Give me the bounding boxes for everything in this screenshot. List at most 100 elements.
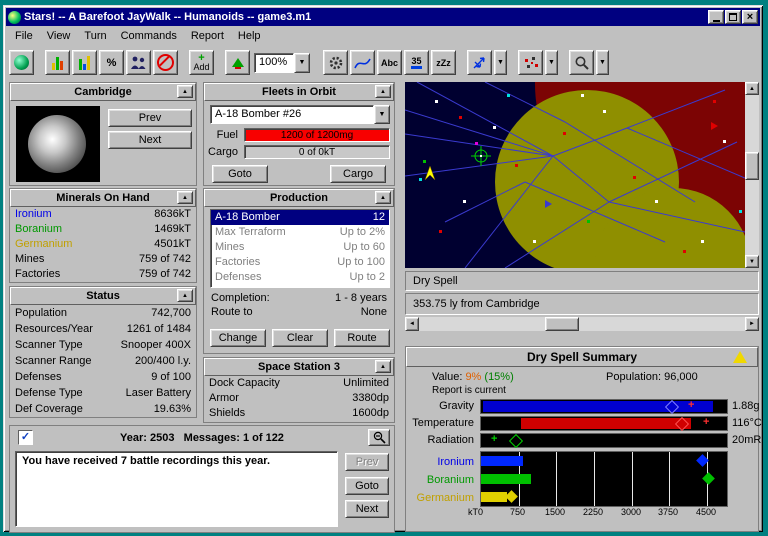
zoom-combobox[interactable]: 100% ▼: [254, 52, 310, 73]
surface-minerals-view-button[interactable]: [45, 50, 70, 75]
ship-count-button[interactable]: 35: [404, 50, 429, 75]
gravity-label: Gravity: [439, 400, 474, 412]
change-button[interactable]: Change: [210, 329, 266, 347]
queue-item[interactable]: Mines Up to 60: [211, 240, 389, 255]
chevron-down-icon: ▼: [298, 59, 306, 66]
axis-tick: kT0: [468, 507, 484, 517]
scroll-left-button[interactable]: ◄: [405, 317, 419, 331]
friendly-fleets-button[interactable]: [467, 50, 492, 75]
germanium-label: Germanium: [15, 238, 73, 250]
maximize-button[interactable]: [725, 10, 741, 24]
population-view-button[interactable]: [126, 50, 151, 75]
message-text: You have received 7 battle recordings th…: [22, 455, 271, 467]
collapse-button[interactable]: ▲: [177, 191, 193, 204]
clear-button[interactable]: Clear: [272, 329, 328, 347]
next-message-button[interactable]: Next: [345, 500, 389, 518]
menu-view[interactable]: View: [40, 28, 78, 44]
map-horizontal-scrollbar[interactable]: ◄ ►: [405, 317, 759, 331]
friendly-fleets-dropdown[interactable]: ▼: [494, 50, 507, 75]
defense-type-label: Defense Type: [15, 387, 83, 399]
star-map[interactable]: [405, 82, 745, 268]
prev-planet-button[interactable]: Prev: [108, 109, 192, 127]
collapse-button[interactable]: ▲: [375, 360, 391, 373]
close-icon: ×: [746, 11, 754, 23]
population-value: 742,700: [151, 307, 191, 319]
fleets-in-orbit-panel: Fleets in Orbit ▲ A-18 Bomber #26 ▼ Fuel…: [203, 82, 395, 186]
cargo-label: Cargo: [208, 146, 238, 158]
enemy-fleets-button[interactable]: [518, 50, 543, 75]
fleet-cargo-button[interactable]: Cargo: [330, 165, 386, 183]
menu-turn[interactable]: Turn: [77, 28, 113, 44]
collapse-button[interactable]: ▲: [177, 85, 193, 98]
enemy-fleets-dropdown[interactable]: ▼: [545, 50, 558, 75]
chevron-down-icon: ▼: [497, 59, 504, 66]
abc-label: Abc: [380, 57, 398, 68]
add-label: Add: [193, 61, 210, 72]
vertical-scroll-thumb[interactable]: [745, 152, 759, 180]
map-vertical-scrollbar[interactable]: ▲ ▼: [745, 82, 759, 268]
minimize-button[interactable]: [708, 10, 724, 24]
route-button[interactable]: Route: [334, 329, 390, 347]
change-label: Change: [218, 332, 258, 344]
route-value: None: [360, 306, 387, 318]
close-button[interactable]: ×: [742, 10, 758, 24]
mineral-concentration-view-button[interactable]: [72, 50, 97, 75]
status-panel: Status ▲ Population 742,700 Resources/Yea…: [9, 286, 197, 418]
message-zoom-button[interactable]: [368, 429, 390, 446]
queue-item[interactable]: Defenses Up to 2: [211, 270, 389, 285]
collapse-button[interactable]: ▲: [177, 289, 193, 302]
message-body: You have received 7 battle recordings th…: [15, 451, 338, 527]
scroll-up-button[interactable]: ▲: [745, 82, 759, 95]
minerals-panel-title: Minerals On Hand: [56, 192, 150, 204]
normal-view-button[interactable]: [9, 50, 34, 75]
fleet-goto-button[interactable]: Goto: [212, 165, 268, 183]
collapse-button[interactable]: ▲: [375, 191, 391, 204]
scroll-right-button[interactable]: ►: [745, 317, 759, 331]
queue-item[interactable]: A-18 Bomber 12: [211, 210, 389, 225]
magnifier-minus-icon: [373, 431, 386, 444]
collapse-button[interactable]: ▲: [375, 85, 391, 98]
production-panel: Production ▲ A-18 Bomber 12 Max Terraform…: [203, 188, 395, 354]
game-options-button[interactable]: [323, 50, 348, 75]
no-player-info-view-button[interactable]: [153, 50, 178, 75]
add-waypoint-button[interactable]: + Add: [189, 50, 214, 75]
scroll-down-icon: ▼: [749, 258, 755, 265]
route-row: Route to None: [206, 305, 392, 320]
factories-label: Factories: [15, 268, 61, 280]
planet-value-view-button[interactable]: %: [99, 50, 124, 75]
idle-fleets-button[interactable]: zZz: [431, 50, 456, 75]
menu-file[interactable]: File: [8, 28, 40, 44]
waypoint-paths-button[interactable]: [350, 50, 375, 75]
scanner-range-label: Scanner Range: [15, 355, 92, 367]
route-button-label: Route: [347, 332, 377, 344]
planet-names-button[interactable]: Abc: [377, 50, 402, 75]
fleet-dropdown-button[interactable]: ▼: [374, 105, 390, 124]
menu-report[interactable]: Report: [184, 28, 231, 44]
no-symbol-icon: [157, 54, 174, 71]
prev-message-button[interactable]: Prev: [345, 453, 389, 471]
planet-panel-title: Cambridge: [74, 86, 132, 98]
zoom-dropdown-button[interactable]: ▼: [294, 52, 310, 73]
scanner-range-value: 200/400 l.y.: [134, 355, 191, 367]
item-qty: 12: [372, 211, 385, 223]
distance-text: 353.75 ly from Cambridge: [413, 298, 540, 310]
shields-label: Shields: [209, 407, 246, 419]
find-button[interactable]: [569, 50, 594, 75]
ship-design-button[interactable]: [225, 50, 250, 75]
desktop: Stars! -- A Barefoot JayWalk -- Humanoid…: [0, 0, 768, 536]
queue-item[interactable]: Factories Up to 100: [211, 255, 389, 270]
scroll-down-button[interactable]: ▼: [745, 255, 759, 268]
boranium-value: 1469kT: [154, 223, 191, 235]
menu-commands[interactable]: Commands: [114, 28, 184, 44]
titlebar[interactable]: Stars! -- A Barefoot JayWalk -- Humanoid…: [6, 8, 760, 26]
temperature-value: 116°C: [732, 417, 762, 429]
next-planet-button[interactable]: Next: [108, 131, 192, 149]
boranium-concentration-marker: [702, 472, 715, 485]
collapse-icon: ▲: [182, 292, 188, 299]
queue-item[interactable]: Max Terraform Up to 2%: [211, 225, 389, 240]
horizontal-scroll-thumb[interactable]: [545, 317, 579, 331]
menu-help[interactable]: Help: [231, 28, 268, 44]
find-dropdown[interactable]: ▼: [596, 50, 609, 75]
goto-message-button[interactable]: Goto: [345, 477, 389, 495]
fleet-combobox[interactable]: A-18 Bomber #26 ▼: [210, 105, 390, 124]
